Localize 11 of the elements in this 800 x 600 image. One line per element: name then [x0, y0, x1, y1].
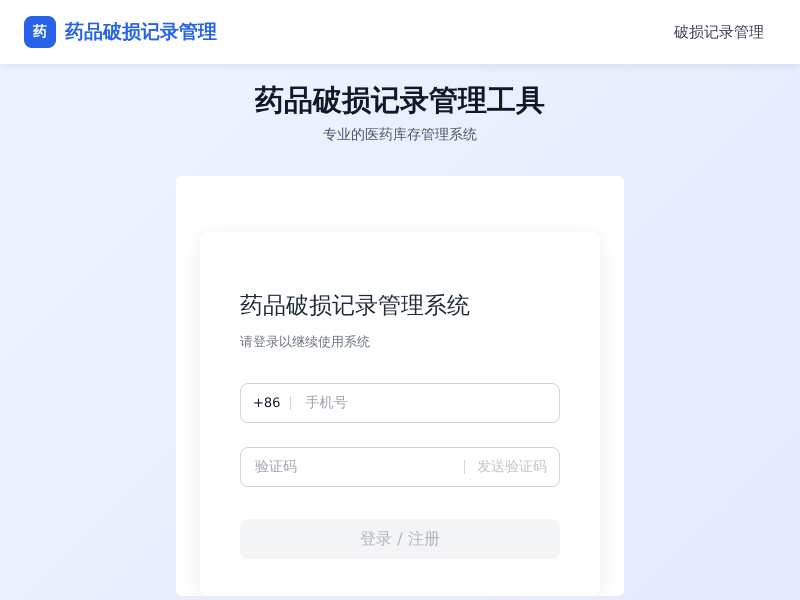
code-input[interactable]: 验证码 [253, 458, 454, 476]
login-subtitle: 请登录以继续使用系统 [240, 334, 371, 351]
page-title: 药品破损记录管理工具 [255, 82, 545, 119]
phone-field[interactable]: +86 手机号 [240, 383, 560, 423]
phone-input[interactable]: 手机号 [303, 394, 547, 412]
nav-link[interactable]: 破损记录管理 [674, 22, 764, 42]
brand-name: 药品破损记录管理 [65, 20, 217, 45]
country-code: +86 [253, 396, 280, 410]
login-title: 药品破损记录管理系统 [240, 292, 471, 321]
page-subtitle: 专业的医药库存管理系统 [323, 126, 477, 144]
logo-badge: 药 [24, 16, 56, 48]
